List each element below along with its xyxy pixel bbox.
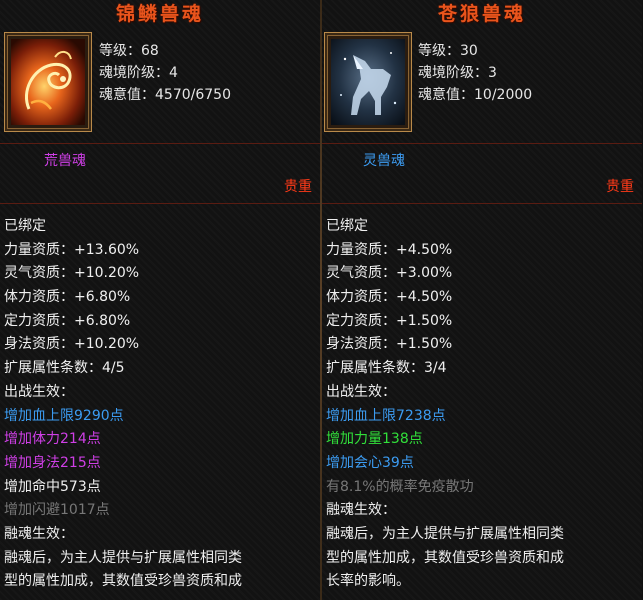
right-soul-portrait[interactable] — [324, 32, 412, 132]
list-item: 身法资质：+1.50% — [326, 336, 453, 353]
list-item: 力量资质：+13.60% — [4, 241, 140, 258]
left-soul-stats: 等级：68 魂境阶级：4 魂意值：4570/6750 — [99, 40, 231, 106]
left-soul-points: 魂意值：4570/6750 — [99, 87, 231, 103]
list-item: 增加血上限7238点 — [326, 407, 446, 424]
left-soul-tooltip: 锦鳞兽魂 等级：68 魂境阶级：4 魂意值：4570/6750 荒兽魂 贵重 已… — [0, 0, 320, 600]
list-item: 长率的影响。 — [326, 573, 410, 590]
list-item: 增加力量138点 — [326, 431, 423, 448]
left-rarity-badge: 贵重 — [284, 179, 312, 195]
list-item: 定力资质：+6.80% — [4, 312, 131, 329]
right-level: 等级：30 — [418, 43, 478, 59]
left-level: 等级：68 — [99, 43, 159, 59]
list-item: 出战生效： — [326, 383, 396, 400]
list-item: 增加血上限9290点 — [4, 407, 124, 424]
list-item: 灵气资质：+3.00% — [326, 265, 453, 282]
right-rarity-badge: 贵重 — [606, 179, 634, 195]
list-item: 扩展属性条数：3/4 — [326, 360, 447, 377]
list-item: 定力资质：+1.50% — [326, 312, 453, 329]
wolf-icon — [331, 39, 405, 125]
list-item: 融魂生效： — [326, 502, 396, 519]
list-item: 型的属性加成，其数值受珍兽资质和成 — [4, 573, 242, 590]
divider-line — [322, 203, 642, 204]
list-item: 有8.1%的概率免疫散功 — [326, 478, 474, 495]
list-item: 增加会心39点 — [326, 454, 414, 471]
list-item: 增加命中573点 — [4, 478, 101, 495]
left-attribute-list: 已绑定 力量资质：+13.60% 灵气资质：+10.20% 体力资质：+6.80… — [4, 215, 242, 594]
right-soul-title: 苍狼兽魂 — [437, 3, 526, 25]
right-soul-points: 魂意值：10/2000 — [418, 87, 533, 103]
right-soul-stats: 等级：30 魂境阶级：3 魂意值：10/2000 — [418, 40, 532, 106]
list-item: 增加闪避1017点 — [4, 502, 110, 519]
list-item: 力量资质：+4.50% — [326, 241, 453, 258]
list-item: 已绑定 — [326, 218, 368, 234]
divider-line — [0, 203, 320, 204]
right-soul-type: 灵兽魂 — [363, 153, 405, 169]
right-attribute-list: 已绑定 力量资质：+4.50% 灵气资质：+3.00% 体力资质：+4.50% … — [326, 215, 564, 594]
divider-line — [0, 143, 320, 144]
divider-line — [322, 143, 642, 144]
list-item: 已绑定 — [4, 218, 46, 234]
left-soul-portrait[interactable] — [4, 32, 92, 132]
list-item: 出战生效： — [4, 383, 74, 400]
fire-fish-icon — [11, 39, 85, 125]
list-item: 融魂后，为主人提供与扩展属性相同类 — [4, 549, 242, 566]
list-item: 身法资质：+10.20% — [4, 336, 140, 353]
list-item: 体力资质：+4.50% — [326, 289, 453, 306]
list-item: 融魂后，为主人提供与扩展属性相同类 — [326, 525, 564, 542]
right-soul-tooltip: 苍狼兽魂 等级：30 魂境阶级：3 魂意值：10/2000 灵兽魂 贵重 已绑定… — [322, 0, 642, 600]
left-soul-type: 荒兽魂 — [44, 153, 86, 169]
list-item: 扩展属性条数：4/5 — [4, 360, 125, 377]
left-soul-title: 锦鳞兽魂 — [115, 3, 204, 25]
list-item: 增加身法215点 — [4, 454, 101, 471]
left-realm-rank: 魂境阶级：4 — [99, 65, 178, 81]
right-realm-rank: 魂境阶级：3 — [418, 65, 497, 81]
list-item: 型的属性加成，其数值受珍兽资质和成 — [326, 549, 564, 566]
list-item: 灵气资质：+10.20% — [4, 265, 140, 282]
list-item: 体力资质：+6.80% — [4, 289, 131, 306]
list-item: 增加体力214点 — [4, 431, 101, 448]
list-item: 融魂生效： — [4, 525, 74, 542]
